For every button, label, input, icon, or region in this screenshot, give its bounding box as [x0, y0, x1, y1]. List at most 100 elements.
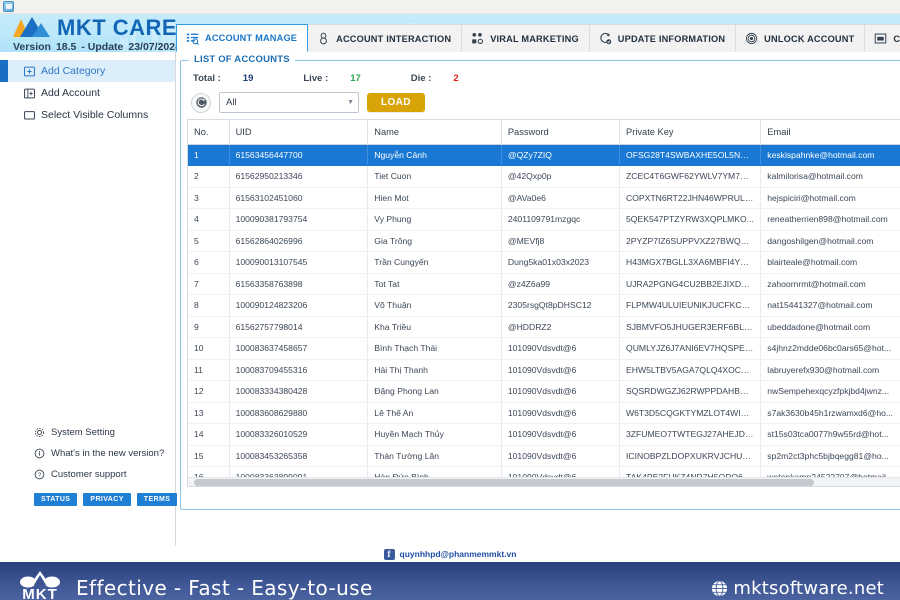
app-window-icon	[3, 1, 14, 12]
mkt-logo-icon	[12, 15, 52, 41]
table-row[interactable]: 7 61563358763898 Tot Tat @z4Z6a99 UJRA2P…	[188, 273, 900, 295]
cell-name: Hien Mot	[367, 187, 502, 209]
refresh-button[interactable]	[191, 92, 211, 113]
cell-name: Tot Tat	[367, 273, 502, 295]
cell-password: 101090Vdsvdt@6	[501, 337, 621, 360]
cell-name: Tiet Cuon	[367, 165, 502, 188]
stat-label: Total :	[193, 73, 221, 84]
cell-name: Đặng Phong Lan	[367, 380, 502, 403]
cell-no: 6	[188, 251, 230, 274]
contact-email[interactable]: quynhhpd@phanmemmkt.vn	[400, 549, 517, 559]
cell-no: 4	[188, 208, 230, 231]
cell-no: 8	[188, 294, 230, 317]
table-row[interactable]: 9 61562757798014 Kha Triều @HDDRZ2 SJBMV…	[188, 316, 900, 338]
table-row[interactable]: 6 100090013107545 Trần Cungyến Dung5ka01…	[188, 251, 900, 274]
cell-no: 10	[188, 337, 230, 360]
accounts-table: No. UID Name Password Private Key Email …	[188, 120, 900, 486]
table-row[interactable]: 10 100083637458657 Bình Thạch Thái 10109…	[188, 337, 900, 360]
version-label: Version	[13, 41, 51, 52]
table-row[interactable]: 14 100083326010529 Huyền Mạch Thủy 10109…	[188, 423, 900, 446]
accounts-table-container[interactable]: No. UID Name Password Private Key Email …	[187, 119, 900, 487]
category-filter-select[interactable]: All ▼	[219, 92, 359, 113]
cell-password: @42Qxp0p	[501, 165, 621, 188]
sidebar-item-customer-support[interactable]: ? Customer support	[0, 464, 176, 485]
tab-label: UNLOCK ACCOUNT	[764, 33, 855, 44]
table-row[interactable]: 1 61563456447700 Nguyễn Cảnh @QZy7ZIQ OF…	[188, 144, 900, 166]
cell-private-key: COPXTN6RT22JHN46WPRULM...	[619, 187, 762, 209]
cell-uid: 100090381793754	[229, 208, 369, 231]
cell-uid: 61562950213346	[229, 165, 369, 188]
table-row[interactable]: 12 100083334380428 Đặng Phong Lan 101090…	[188, 380, 900, 403]
table-row[interactable]: 5 61562864026996 Gia Trông @MEVfj8 2PYZP…	[188, 230, 900, 252]
horizontal-scrollbar[interactable]	[188, 477, 900, 486]
cell-email: hejspiciri@hotmail.com	[760, 187, 900, 209]
cell-password: @QZy7ZIQ	[501, 144, 621, 166]
tab-account-interaction[interactable]: ACCOUNT INTERACTION	[308, 24, 463, 52]
status-pill[interactable]: STATUS	[34, 493, 78, 506]
stat-value: 2	[453, 73, 459, 84]
cell-no: 7	[188, 273, 230, 295]
tab-content-manage[interactable]: CONTENT MANAGE	[865, 24, 900, 52]
sidebar-item-select-visible-columns[interactable]: Select Visible Columns	[0, 104, 175, 126]
cell-email: blairteale@hotmail.com	[760, 251, 900, 274]
cell-private-key: ICINOBPZLDOPXUKRVJCHUGY...	[619, 445, 762, 467]
table-row[interactable]: 4 100090381793754 Vy Phung 2401109791mzg…	[188, 208, 900, 231]
brand-name: MKT CARE	[57, 15, 178, 40]
tab-viral-marketing[interactable]: VIRAL MARKETING	[462, 24, 590, 52]
column-header-password[interactable]: Password	[501, 120, 621, 145]
cell-uid: 100083334380428	[229, 380, 369, 403]
cell-name: Huyền Mạch Thủy	[367, 423, 502, 446]
cell-uid: 100090124823206	[229, 294, 369, 317]
sidebar-item-system-setting[interactable]: System Setting	[0, 422, 176, 443]
sidebar-item-add-account[interactable]: Add Account	[0, 82, 175, 104]
load-button[interactable]: LOAD	[367, 93, 425, 112]
tab-label: ACCOUNT MANAGE	[205, 33, 298, 43]
cell-password: 2401109791mzgqc	[501, 208, 621, 231]
toolbar-row: All ▼ LOAD ⌄	[181, 84, 900, 113]
left-sidebar: Add Category Add Account Select Visible …	[0, 52, 178, 546]
cell-private-key: SJBMVFO5JHUGER3ERF6BL.IR...	[619, 316, 762, 338]
tab-account-manage[interactable]: ACCOUNT MANAGE	[176, 24, 309, 52]
cell-uid: 61562864026996	[229, 230, 369, 252]
column-header-name[interactable]: Name	[367, 120, 502, 145]
cell-email: dangoshilgen@hotmail.com	[760, 230, 900, 252]
sidebar-item-label: Add Category	[41, 65, 106, 77]
main-tab-strip[interactable]: ACCOUNT MANAGE ACCOUNT INTERACTION VIRAL…	[176, 24, 900, 52]
footer-website[interactable]: mktsoftware.net	[711, 578, 884, 599]
globe-icon	[712, 579, 728, 597]
cell-private-key: QUMLYJZ6J7ANI6EV7HQSPEF5...	[619, 337, 762, 360]
cell-name: Nguyễn Cảnh	[367, 144, 502, 166]
cell-no: 5	[188, 230, 230, 252]
sidebar-item-label: Add Account	[41, 87, 100, 99]
panel-legend: LIST OF ACCOUNTS	[189, 54, 295, 65]
cell-password: 101090Vdsvdt@6	[501, 423, 621, 446]
footer-slogan: Effective - Fast - Easy-to-use	[76, 576, 373, 600]
version-info: Version 18.5 - Update 23/07/2024	[13, 41, 186, 52]
sidebar-item-whats-new[interactable]: What's in the new version?	[0, 443, 176, 464]
facebook-icon[interactable]: f	[383, 548, 395, 560]
table-row[interactable]: 2 61562950213346 Tiet Cuon @42Qxp0p ZCEC…	[188, 165, 900, 188]
tab-update-information[interactable]: UPDATE INFORMATION	[589, 24, 737, 52]
table-row[interactable]: 11 100083709455316 Hải Thị Thanh 101090V…	[188, 359, 900, 381]
column-header-private-key[interactable]: Private Key	[619, 120, 762, 145]
column-header-email[interactable]: Email	[760, 120, 900, 145]
table-header-row: No. UID Name Password Private Key Email …	[188, 120, 900, 145]
terms-pill[interactable]: TERMS	[136, 493, 178, 506]
window-title-bar	[0, 0, 900, 14]
stat-total: Total : 19	[193, 73, 253, 84]
scrollbar-thumb[interactable]	[194, 479, 814, 486]
cell-name: Trần Cungyến	[367, 251, 502, 274]
tab-label: ACCOUNT INTERACTION	[336, 33, 452, 44]
cell-no: 3	[188, 187, 230, 209]
main-content: LIST OF ACCOUNTS Total : 19 Live : 17 Di…	[176, 52, 900, 546]
tab-unlock-account[interactable]: UNLOCK ACCOUNT	[736, 24, 866, 52]
table-row[interactable]: 13 100083608629880 Lê Thế An 101090Vdsvd…	[188, 402, 900, 424]
table-row[interactable]: 8 100090124823206 Võ Thuận 2305rsgQt8pDH…	[188, 294, 900, 317]
table-row[interactable]: 3 61563102451060 Hien Mot @AVa0e6 COPXTN…	[188, 187, 900, 209]
column-header-uid[interactable]: UID	[229, 120, 369, 145]
column-header-no[interactable]: No.	[188, 120, 230, 145]
sidebar-item-add-category[interactable]: Add Category	[0, 60, 175, 82]
table-row[interactable]: 15 100083453265358 Thán Tường Lân 101090…	[188, 445, 900, 467]
privacy-pill[interactable]: PRIVACY	[83, 493, 131, 506]
cell-no: 15	[188, 445, 230, 467]
